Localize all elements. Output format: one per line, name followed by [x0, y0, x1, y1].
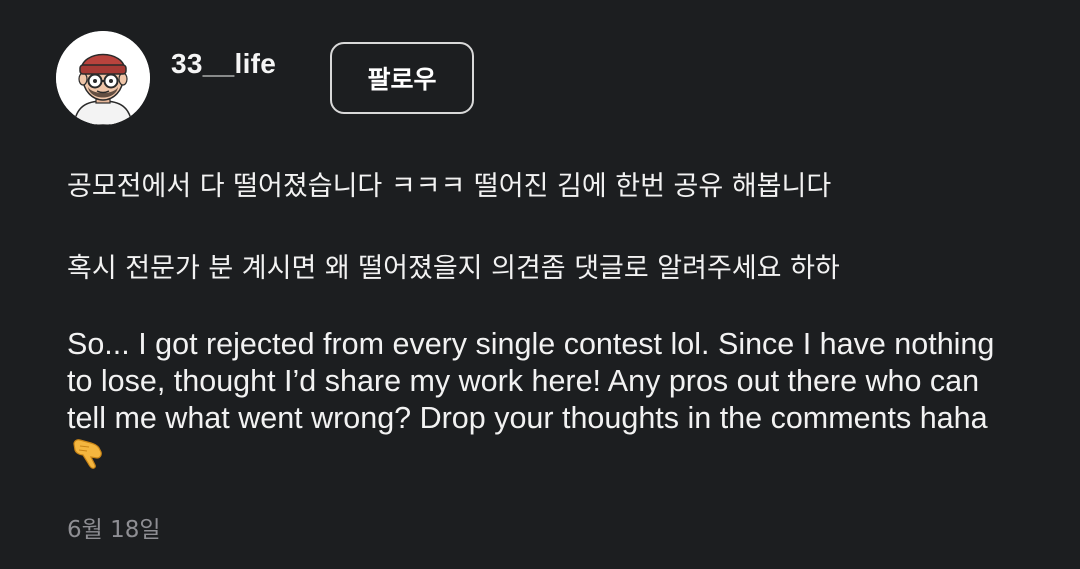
avatar-illustration [56, 31, 150, 125]
post-text-korean-2: 혹시 전문가 분 계시면 왜 떨어졌을지 의견좀 댓글로 알려주세요 하하 [67, 253, 840, 284]
username[interactable]: 33__life [171, 48, 276, 80]
avatar[interactable] [56, 31, 150, 125]
post-header: 33__life 팔로우 [56, 30, 474, 126]
follow-button[interactable]: 팔로우 [330, 42, 474, 114]
post-text-english-content: So... I got rejected from every single c… [67, 327, 1003, 435]
backhand-index-pointing-down-icon [71, 437, 109, 480]
post-date: 6월 18일 [67, 517, 161, 543]
post-text-english: So... I got rejected from every single c… [67, 326, 1017, 480]
post-card: 33__life 팔로우 공모전에서 다 떨어졌습니다 ㅋㅋㅋ 떨어진 김에 한… [0, 0, 1080, 569]
post-text-korean-1: 공모전에서 다 떨어졌습니다 ㅋㅋㅋ 떨어진 김에 한번 공유 해봅니다 [67, 171, 832, 202]
